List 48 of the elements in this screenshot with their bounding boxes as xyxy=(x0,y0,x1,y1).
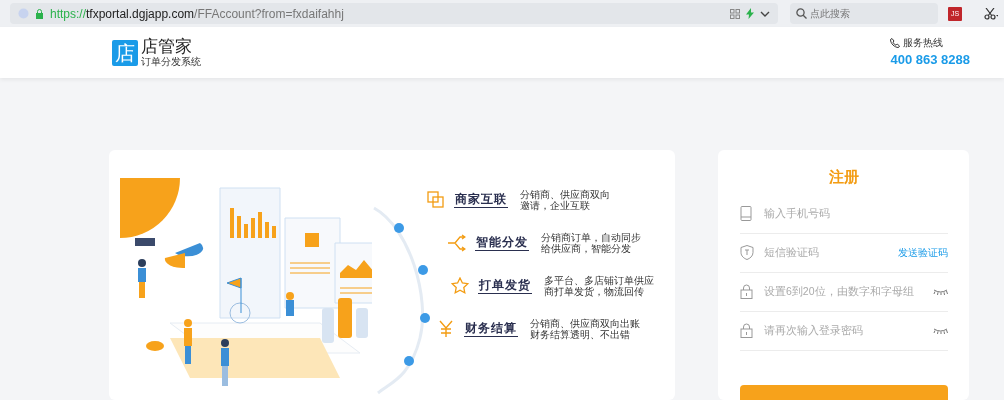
feature-description: 分销商、供应商双向出账 xyxy=(530,317,640,329)
lightning-icon[interactable] xyxy=(746,8,755,19)
feature-title: 商家互联 xyxy=(454,191,508,208)
timeline-dot xyxy=(420,313,430,323)
shield-icon xyxy=(740,245,754,260)
closed-eye-icon[interactable] xyxy=(933,327,948,334)
feature-description: 分销商、供应商双向 xyxy=(520,188,610,200)
feature-title: 打单发货 xyxy=(478,277,532,294)
feature-title: 智能分发 xyxy=(475,234,529,251)
timeline-dot xyxy=(418,265,428,275)
input-field[interactable]: 请再次输入登录密码 xyxy=(764,322,923,339)
feature-description: 商打单发货，物流回传 xyxy=(544,285,644,297)
url-text: https://tfxportal.dgjapp.com/FFAccount?from=fxdaifahhj xyxy=(50,5,345,23)
feature-description: 多平台、多店铺订单供应 xyxy=(544,274,654,286)
send-code-link[interactable]: 发送验证码 xyxy=(898,245,948,260)
brand-tagline: 订单分发系统 xyxy=(141,55,201,68)
star-icon xyxy=(451,276,469,295)
input-field[interactable]: 输入手机号码 xyxy=(764,205,948,222)
phone-icon xyxy=(890,37,901,48)
lock-icon xyxy=(740,323,754,338)
input-field[interactable]: 短信验证码 xyxy=(764,244,888,261)
search-icon xyxy=(796,8,808,19)
address-bar[interactable]: https://tfxportal.dgjapp.com/FFAccount?from=fxdaifahhj xyxy=(10,3,779,24)
feature-description: 邀请，企业互联 xyxy=(520,199,590,211)
lock-icon xyxy=(740,284,754,299)
hotline-number: 400 863 8288 xyxy=(890,50,970,69)
timeline-dot xyxy=(404,356,414,366)
yen-icon xyxy=(437,319,455,338)
page-icon xyxy=(18,8,29,19)
link-icon xyxy=(427,190,445,209)
feature-title: 财务结算 xyxy=(464,320,518,337)
search-field[interactable]: 点此搜索 xyxy=(790,3,939,24)
grid-icon[interactable] xyxy=(730,8,741,19)
scissors-icon[interactable] xyxy=(984,7,998,20)
register-title: 注册 xyxy=(828,167,860,187)
feature-description: 财务结算透明、不出错 xyxy=(530,328,631,340)
logo-icon: 店 xyxy=(112,39,138,66)
feature-description: 分销商订单，自动同步 xyxy=(541,231,641,243)
feature-description: 给供应商，智能分发 xyxy=(541,242,631,254)
lock-icon xyxy=(35,8,44,19)
phone-icon xyxy=(740,206,754,221)
closed-eye-icon[interactable] xyxy=(933,288,948,295)
brand-name: 店管家 xyxy=(141,37,193,56)
hotline-label: 服务热线 xyxy=(903,35,944,50)
branch-arrows-icon xyxy=(448,233,466,252)
chevron-down-icon[interactable] xyxy=(760,10,771,17)
input-field[interactable]: 设置6到20位，由数字和字母组 xyxy=(764,283,923,300)
timeline-dot xyxy=(394,223,404,233)
